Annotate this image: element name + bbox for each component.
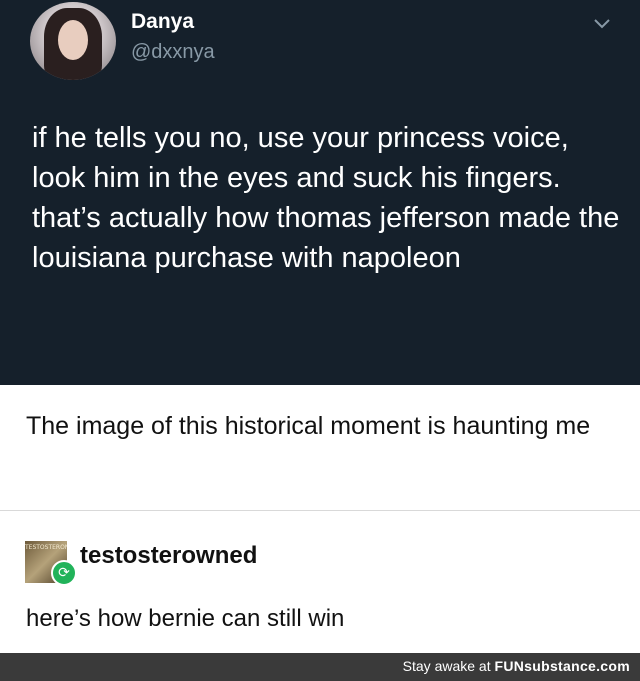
reblog-icon: ⟳ <box>51 560 77 586</box>
tweet-text: if he tells you no, use your princess vo… <box>32 122 620 274</box>
avatar-face <box>58 20 88 60</box>
reply-post-1: The image of this historical moment is h… <box>0 385 640 511</box>
reply-post-2: TESTOSTERONE ⟳ testosterowned here’s how… <box>0 511 640 653</box>
user-handle[interactable]: @dxxnya <box>131 41 215 64</box>
display-name[interactable]: Danya <box>131 10 194 34</box>
reply-username[interactable]: testosterowned <box>80 542 257 570</box>
reply-avatar-label: TESTOSTERONE <box>25 544 67 551</box>
watermark-brand: FUNsubstance.com <box>494 658 630 674</box>
reply-2-text: here’s how bernie can still win <box>26 605 345 632</box>
watermark-prefix: Stay awake at <box>402 658 495 674</box>
watermark-text[interactable]: Stay awake at FUNsubstance.com <box>403 658 630 674</box>
avatar[interactable] <box>30 2 116 80</box>
watermark-footer: Stay awake at FUNsubstance.com <box>0 653 640 681</box>
tweet-card: Danya @dxxnya if he tells you no, use yo… <box>0 0 640 385</box>
reply-1-text: The image of this historical moment is h… <box>26 412 591 440</box>
chevron-down-icon[interactable] <box>593 16 611 30</box>
